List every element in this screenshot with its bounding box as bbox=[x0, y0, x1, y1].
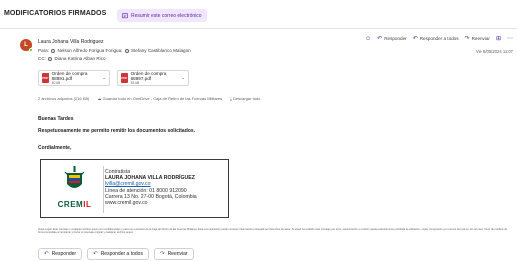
reply-all-action[interactable]: ↶ Responder a todos bbox=[413, 35, 459, 42]
save-to-onedrive-label: Guardar todo en OneDrive - Caja de Retir… bbox=[102, 96, 223, 101]
contact-icon bbox=[48, 56, 53, 61]
attachment-size: 53 kB bbox=[130, 81, 140, 85]
pdf-icon: PDF bbox=[121, 73, 128, 83]
reply-all-button-label: Responder a todos bbox=[100, 251, 143, 257]
email-signature: CREMIL Contratista LAURA JOHANA VILLA RO… bbox=[40, 159, 229, 218]
recipient-2[interactable]: Stefany Castiblanco Malagon bbox=[131, 48, 191, 53]
reply-all-button[interactable]: ↶ Responder a todos bbox=[87, 248, 149, 260]
attachment-item[interactable]: PDF Orden de compra 68891.pdf 40 kB ⌄ bbox=[38, 70, 110, 86]
signature-phone: Línea de atención: 01 8000 912090 bbox=[105, 187, 187, 194]
body-greeting: Buenas Tardes bbox=[38, 116, 74, 122]
body-closing: Cordialmente, bbox=[38, 145, 72, 151]
save-to-onedrive-link[interactable]: ☁ Guardar todo en OneDrive - Caja de Ret… bbox=[97, 96, 222, 101]
emoji-icon[interactable]: ☺ bbox=[365, 36, 371, 42]
to-label: Para: bbox=[38, 48, 49, 53]
attachment-size: 40 kB bbox=[51, 81, 61, 85]
reply-button[interactable]: ↶ Responder bbox=[38, 248, 83, 260]
cc-line: CC: Diana Katrina Alban Rico bbox=[38, 56, 106, 61]
chevron-down-icon[interactable]: ⌄ bbox=[102, 75, 106, 81]
forward-button[interactable]: ↷ Reenviar bbox=[153, 248, 194, 260]
attachment-name: Orden de compra 68891.pdf bbox=[51, 71, 88, 81]
message-date: Vie 8/05/2024 11:07 bbox=[475, 49, 513, 54]
contact-icon bbox=[51, 48, 56, 53]
forward-button-label: Reenviar bbox=[167, 251, 188, 257]
forward-action-label: Reenviar bbox=[471, 36, 490, 41]
message-actions: ☺ ↶ Responder ↶ Responder a todos ↷ Reen… bbox=[365, 35, 513, 43]
reply-icon: ↶ bbox=[44, 251, 49, 257]
reply-icon: ↶ bbox=[377, 36, 383, 42]
reply-all-icon: ↶ bbox=[93, 251, 98, 257]
download-all-label: Descargar todo bbox=[233, 96, 261, 101]
reply-action[interactable]: ↶ Responder bbox=[377, 35, 407, 42]
reply-button-label: Responder bbox=[51, 251, 77, 257]
cc-label: CC: bbox=[38, 56, 46, 61]
signature-info: Contratista LAURA JOHANA VILLA RODRÍGUEZ… bbox=[105, 169, 197, 206]
sender-name[interactable]: Laura Johana Villa Rodriguez bbox=[38, 39, 104, 45]
signature-divider bbox=[103, 166, 104, 213]
reply-all-action-label: Responder a todos bbox=[419, 36, 459, 41]
forward-icon: ↷ bbox=[159, 251, 165, 257]
cc-recipient[interactable]: Diana Katrina Alban Rico bbox=[54, 56, 105, 61]
reply-action-label: Responder bbox=[384, 36, 407, 41]
crest-icon bbox=[64, 166, 85, 188]
cremil-logo: CREMIL bbox=[48, 165, 101, 215]
download-icon: ⤓ bbox=[230, 96, 232, 101]
to-line: Para: Nelson Alfredo Forigua Forigua; St… bbox=[38, 48, 191, 53]
attachments-info: 2 archivos adjuntos (216 KB) ☁ Guardar t… bbox=[38, 96, 260, 101]
reply-all-icon: ↶ bbox=[412, 36, 418, 42]
message-subject: MODIFICATORIOS FIRMADOS bbox=[4, 10, 107, 17]
attachments-list: PDF Orden de compra 68891.pdf 40 kB ⌄ PD… bbox=[38, 70, 189, 86]
pdf-icon: PDF bbox=[42, 73, 49, 83]
forward-icon: ↷ bbox=[464, 36, 470, 42]
recipient-1[interactable]: Nelson Alfredo Forigua Forigua; bbox=[58, 48, 123, 53]
message-header-bar: MODIFICATORIOS FIRMADOS Resumir este cor… bbox=[0, 0, 517, 29]
cloud-icon: ☁ bbox=[97, 96, 102, 101]
contact-icon bbox=[124, 48, 129, 53]
chevron-down-icon[interactable]: ⌄ bbox=[181, 75, 185, 81]
summarize-button[interactable]: Resumir este correo electrónico bbox=[117, 9, 207, 22]
attachments-count: 2 archivos adjuntos (216 KB) bbox=[38, 96, 90, 101]
download-all-link[interactable]: ⤓ Descargar todo bbox=[230, 96, 260, 101]
more-options-icon[interactable]: ⋯ bbox=[507, 35, 513, 42]
attachment-name: Orden de compra 68897.pdf bbox=[130, 71, 167, 81]
signature-web[interactable]: www.cremil.gov.co bbox=[105, 200, 197, 206]
apps-icon[interactable]: ⊞ bbox=[496, 35, 501, 42]
copilot-summary-icon bbox=[122, 12, 128, 18]
summarize-button-label: Resumir este correo electrónico bbox=[131, 12, 202, 19]
attachment-item[interactable]: PDF Orden de compra 68897.pdf 53 kB ⌄ bbox=[117, 70, 189, 86]
body-line: Respetuosamente me permito remitir los d… bbox=[38, 128, 195, 134]
reply-buttons: ↶ Responder ↶ Responder a todos ↷ Reenvi… bbox=[38, 248, 194, 260]
forward-action[interactable]: ↷ Reenviar bbox=[465, 35, 490, 42]
presence-icon bbox=[29, 48, 33, 52]
legal-disclaimer: Aviso Legal: Este mensaje y cualquier ar… bbox=[38, 228, 508, 235]
logo-wordmark: CREMIL bbox=[57, 200, 92, 209]
